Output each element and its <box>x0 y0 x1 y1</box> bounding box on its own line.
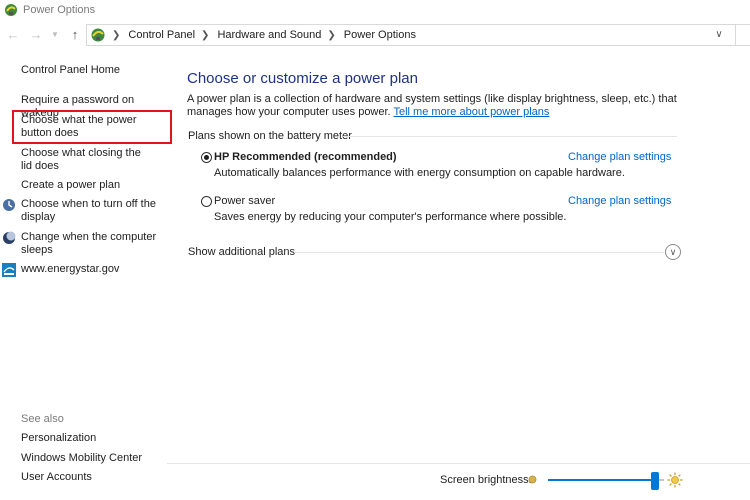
back-arrow-icon[interactable]: ← <box>6 27 20 43</box>
plan-description: Saves energy by reducing your computer's… <box>214 211 567 223</box>
show-additional-divider <box>294 252 664 253</box>
page-title: Choose or customize a power plan <box>187 70 418 87</box>
expand-chevron-icon[interactable]: ∨ <box>665 244 681 260</box>
brightness-low-icon <box>528 475 537 484</box>
turn-off-display-link[interactable]: Choose when to turn off the display <box>2 198 161 224</box>
bottom-divider <box>167 463 750 464</box>
plan-radio-selected[interactable] <box>201 152 212 163</box>
tasks-pane: Control Panel Home Require a password on… <box>0 56 175 500</box>
create-power-plan-link[interactable]: Create a power plan <box>21 179 120 192</box>
closing-lid-link[interactable]: Choose what closing the lid does <box>21 147 151 173</box>
breadcrumb-hardware-and-sound[interactable]: Hardware and Sound <box>217 29 321 41</box>
breadcrumb-power-options[interactable]: Power Options <box>344 29 416 41</box>
address-bar[interactable]: ❯ Control Panel ❯ Hardware and Sound ❯ P… <box>86 24 750 46</box>
plan-name[interactable]: HP Recommended (recommended) <box>214 151 397 163</box>
display-icon <box>3 199 15 211</box>
breadcrumb-control-panel[interactable]: Control Panel <box>128 29 195 41</box>
forward-arrow-icon[interactable]: → <box>29 27 43 43</box>
brightness-slider-track[interactable] <box>548 479 664 481</box>
user-accounts-link[interactable]: User Accounts <box>21 471 92 484</box>
brightness-slider-fill <box>548 479 655 481</box>
turn-off-display-label: Choose when to turn off the display <box>21 198 156 223</box>
up-arrow-icon[interactable]: ↑ <box>68 27 82 43</box>
power-options-icon <box>91 28 105 42</box>
change-plan-settings-link[interactable]: Change plan settings <box>568 195 671 207</box>
breadcrumb-separator-icon: ❯ <box>327 29 336 41</box>
recent-locations-chevron-icon[interactable]: ▼ <box>51 27 59 43</box>
breadcrumb-separator-icon: ❯ <box>201 29 210 41</box>
page-description: A power plan is a collection of hardware… <box>187 93 697 119</box>
change-plan-settings-link[interactable]: Change plan settings <box>568 151 671 163</box>
brightness-slider-thumb[interactable] <box>650 472 659 490</box>
plan-description: Automatically balances performance with … <box>214 167 625 179</box>
personalization-link[interactable]: Personalization <box>21 432 96 445</box>
screen-brightness-label: Screen brightness: <box>440 474 532 486</box>
computer-sleeps-link[interactable]: Change when the computer sleeps <box>2 231 161 257</box>
moon-icon <box>3 231 16 244</box>
power-options-icon <box>5 4 17 16</box>
address-dropdown-chevron-icon[interactable]: ∨ <box>712 28 726 42</box>
energystar-icon <box>2 263 16 277</box>
brightness-high-icon <box>667 472 683 488</box>
highlight-box <box>12 110 172 144</box>
section-header: Plans shown on the battery meter <box>188 130 352 142</box>
learn-more-link[interactable]: Tell me more about power plans <box>393 106 549 118</box>
plan-radio[interactable] <box>201 196 212 207</box>
computer-sleeps-label: Change when the computer sleeps <box>21 231 157 256</box>
energystar-link[interactable]: www.energystar.gov <box>2 263 161 277</box>
energystar-label: www.energystar.gov <box>21 263 120 275</box>
section-divider <box>343 136 677 137</box>
plan-name[interactable]: Power saver <box>214 195 275 207</box>
control-panel-home-link[interactable]: Control Panel Home <box>21 64 120 77</box>
show-additional-plans-label[interactable]: Show additional plans <box>188 246 295 258</box>
breadcrumb-separator-icon: ❯ <box>112 29 121 41</box>
window-title: Power Options <box>23 4 96 16</box>
mobility-center-link[interactable]: Windows Mobility Center <box>21 452 142 465</box>
navigation-bar: ← → ▼ ↑ ❯ Control Panel ❯ Hardware and S… <box>0 24 750 46</box>
title-bar: Power Options <box>0 0 750 20</box>
address-divider <box>735 25 736 45</box>
see-also-heading: See also <box>21 413 64 425</box>
